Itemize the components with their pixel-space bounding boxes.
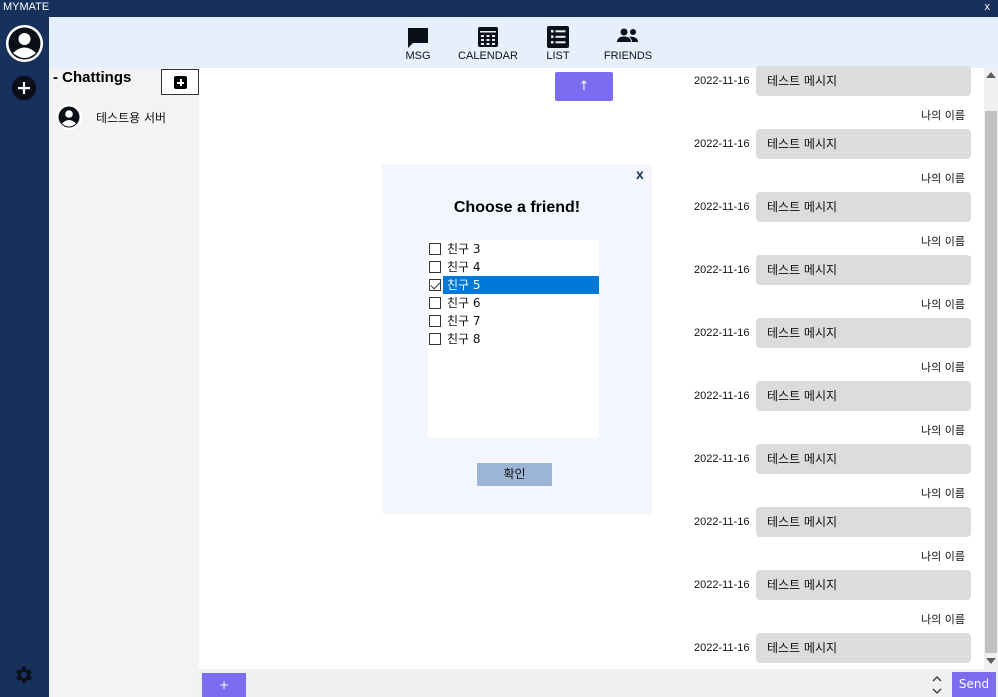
server-list-item[interactable]: 테스트용 서버: [49, 103, 199, 131]
message-bubble: 테스트 메시지: [756, 129, 971, 159]
message-date: 2022-11-16: [694, 579, 750, 591]
send-button[interactable]: Send: [952, 672, 996, 697]
message-date: 2022-11-16: [694, 264, 750, 276]
app-title: MYMATE: [3, 1, 50, 13]
nav-list[interactable]: LIST: [538, 17, 578, 68]
message-date: 2022-11-16: [694, 327, 750, 339]
add-chat-button[interactable]: [161, 69, 199, 95]
friend-checkbox[interactable]: [429, 243, 441, 255]
dialog-title: Choose a friend!: [453, 199, 581, 216]
message-date: 2022-11-16: [694, 642, 750, 654]
friend-checklist[interactable]: 친구 3 친구 4 친구 5 친구 6 친구 7 친구 8: [428, 240, 599, 438]
friend-checkbox[interactable]: [429, 279, 441, 291]
list-icon: [547, 26, 569, 48]
user-avatar-icon[interactable]: [6, 25, 43, 62]
scroll-arrow-down-icon[interactable]: [986, 658, 996, 664]
scroll-up-button[interactable]: ↑: [555, 72, 613, 101]
nav-list-label: LIST: [546, 50, 570, 62]
message-input[interactable]: [249, 671, 926, 697]
message-bubble: 테스트 메시지: [756, 381, 971, 411]
message-date: 2022-11-16: [694, 138, 750, 150]
plus-square-icon: [174, 76, 187, 89]
friend-checkbox[interactable]: [429, 333, 441, 345]
chattings-header: - Chattings: [53, 69, 132, 86]
calendar-icon: [478, 27, 498, 47]
message-bubble: 테스트 메시지: [756, 507, 971, 537]
message-sender: 나의 이름: [921, 235, 965, 248]
window-close-button[interactable]: x: [985, 1, 991, 13]
friend-name: 친구 7: [447, 314, 481, 328]
nav-calendar-label: CALENDAR: [458, 50, 518, 62]
message-sender: 나의 이름: [921, 109, 965, 122]
message-date: 2022-11-16: [694, 453, 750, 465]
composer-bar: + Send: [199, 669, 998, 697]
add-server-icon[interactable]: [12, 76, 36, 100]
nav-msg[interactable]: MSG: [398, 17, 438, 68]
friend-name: 친구 6: [447, 296, 481, 310]
message-sender: 나의 이름: [921, 172, 965, 185]
message-date: 2022-11-16: [694, 390, 750, 402]
message-bubble: 테스트 메시지: [756, 570, 971, 600]
message-bubble: 테스트 메시지: [756, 192, 971, 222]
message-date: 2022-11-16: [694, 201, 750, 213]
message-bubble: 테스트 메시지: [756, 444, 971, 474]
friend-name: 친구 3: [447, 242, 481, 256]
scroll-arrow-up-icon[interactable]: [986, 72, 996, 78]
message-sender: 나의 이름: [921, 550, 965, 563]
nav-msg-label: MSG: [405, 50, 431, 62]
server-rail: [0, 17, 49, 697]
friend-option[interactable]: 친구 8: [428, 330, 599, 348]
friend-option[interactable]: 친구 5: [428, 276, 599, 294]
gear-icon[interactable]: [13, 664, 35, 686]
friend-checkbox[interactable]: [429, 315, 441, 327]
choose-friend-dialog: x Choose a friend! 친구 3 친구 4 친구 5 친구 6 친구 7친…: [382, 164, 652, 514]
message-date: 2022-11-16: [694, 75, 750, 87]
message-sender: 나의 이름: [921, 298, 965, 311]
attach-button[interactable]: +: [202, 673, 246, 697]
message-bubble: 테스트 메시지: [756, 318, 971, 348]
message-sender: 나의 이름: [921, 613, 965, 626]
friend-option[interactable]: 친구 4: [428, 258, 599, 276]
friend-checkbox[interactable]: [429, 297, 441, 309]
chat-bubble-icon: [408, 28, 428, 48]
dialog-close-button[interactable]: x: [636, 166, 644, 182]
friend-name: 친구 5: [443, 276, 599, 294]
resize-spinner-icon[interactable]: [931, 673, 943, 697]
title-bar: MYMATE x: [0, 0, 998, 17]
message-sender: 나의 이름: [921, 424, 965, 437]
message-bubble: 테스트 메시지: [756, 633, 971, 663]
message-sender: 나의 이름: [921, 361, 965, 374]
nav-calendar[interactable]: CALENDAR: [458, 17, 518, 68]
app-window: MYMATE x MSG CALENDAR LIST FRIENDS - Cha…: [0, 0, 998, 697]
nav-friends[interactable]: FRIENDS: [603, 17, 653, 68]
top-nav: MSG CALENDAR LIST FRIENDS: [49, 17, 998, 68]
server-avatar-icon: [56, 104, 82, 130]
message-bubble: 테스트 메시지: [756, 255, 971, 285]
chat-list-sidebar: - Chattings 테스트용 서버: [49, 68, 199, 697]
friend-name: 친구 8: [447, 332, 481, 346]
friend-option[interactable]: 친구 3: [428, 240, 599, 258]
scrollbar-thumb[interactable]: [985, 111, 997, 653]
friends-icon: [617, 28, 638, 42]
message-scrollbar[interactable]: [984, 68, 998, 669]
nav-friends-label: FRIENDS: [603, 50, 653, 62]
friend-checkbox[interactable]: [429, 261, 441, 273]
server-name: 테스트용 서버: [96, 111, 167, 125]
confirm-button[interactable]: 확인: [477, 463, 552, 486]
friend-option[interactable]: 친구 7: [428, 312, 599, 330]
message-sender: 나의 이름: [921, 487, 965, 500]
friend-option[interactable]: 친구 6: [428, 294, 599, 312]
message-bubble: 테스트 메시지: [756, 66, 971, 96]
friend-name: 친구 4: [447, 260, 481, 274]
message-date: 2022-11-16: [694, 516, 750, 528]
